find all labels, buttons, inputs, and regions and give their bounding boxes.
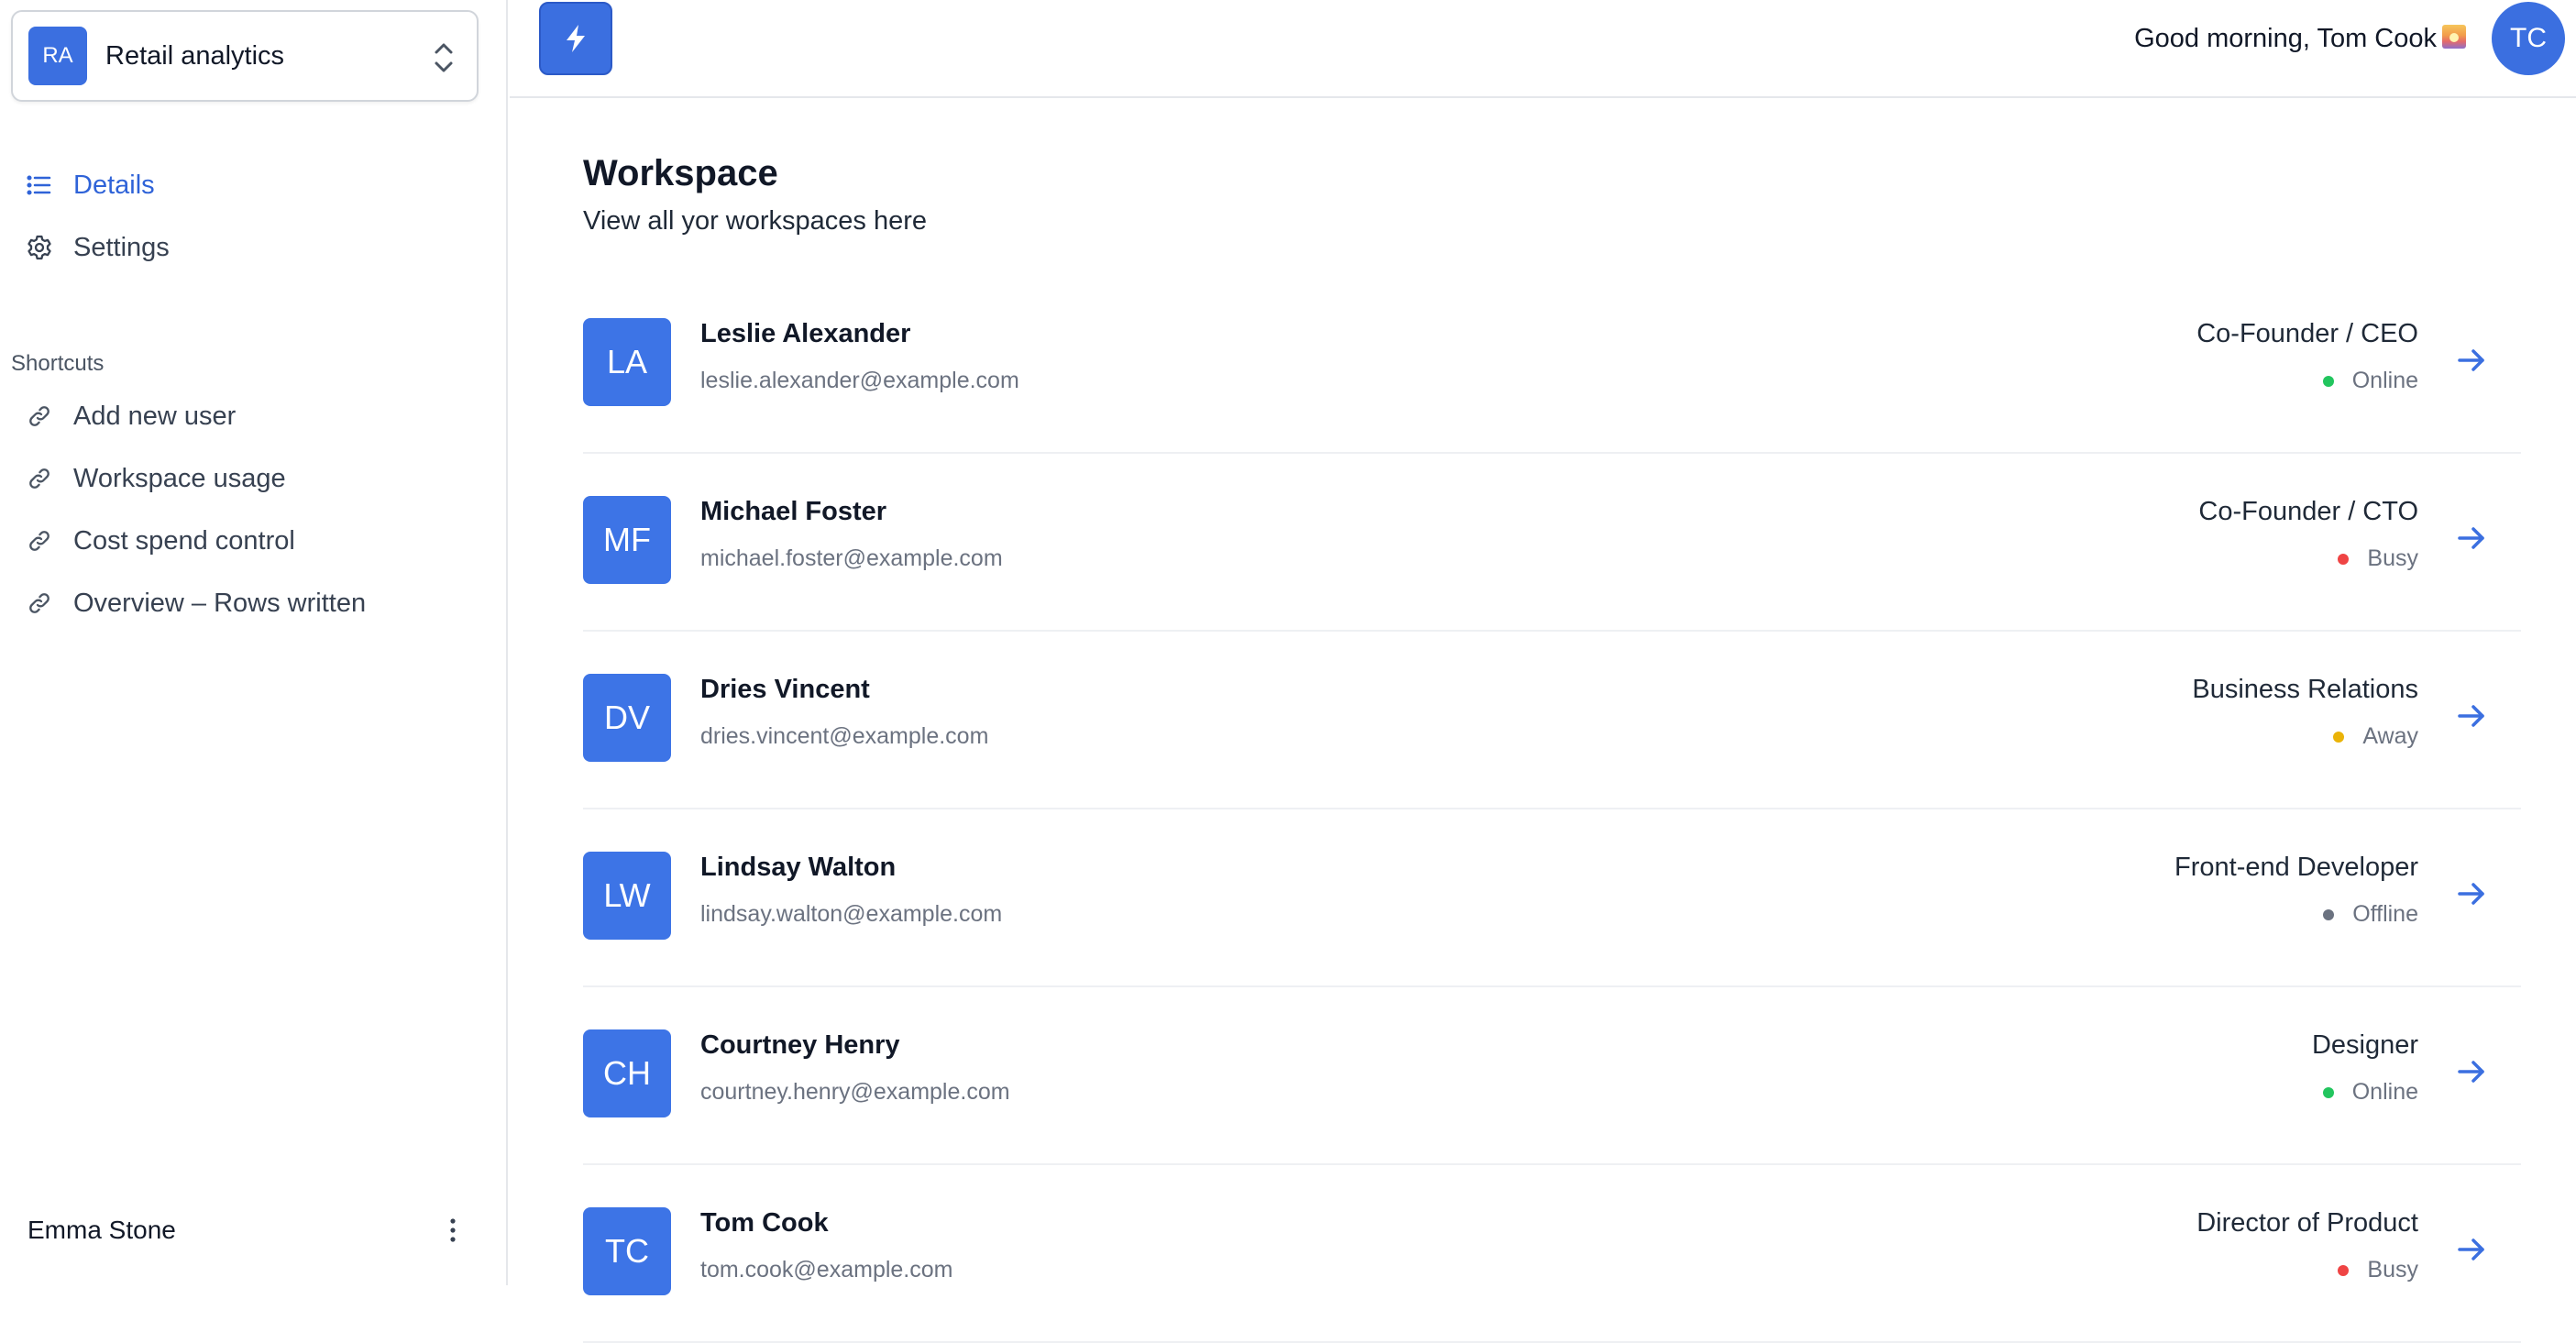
team-switcher[interactable]: RA Retail analytics [11,10,479,102]
arrow-right-icon[interactable] [2455,699,2488,732]
arrow-right-icon[interactable] [2455,344,2488,377]
status-dot [2323,908,2335,920]
person-role: Co-Founder / CTO [2198,497,2418,526]
person-email: lindsay.walton@example.com [700,901,1003,927]
avatar: LW [583,852,671,940]
gear-icon [28,235,51,260]
person-name: Michael Foster [700,497,887,526]
link-icon [29,468,50,489]
shortcut-add-new-user[interactable]: Add new user [0,385,508,447]
list-item[interactable]: DV Dries Vincent dries.vincent@example.c… [583,632,2521,809]
person-name: Tom Cook [700,1208,829,1238]
person-name: Courtney Henry [700,1030,900,1060]
page-subtitle: View all yor workspaces here [583,206,928,236]
person-email: leslie.alexander@example.com [700,368,1019,393]
sidebar-item-label: Settings [73,232,170,262]
person-email: dries.vincent@example.com [700,723,989,749]
avatar: DV [583,674,671,762]
page-title: Workspace [583,153,778,193]
list-item[interactable]: MF Michael Foster michael.foster@example… [583,454,2521,632]
sunrise-emoji [2442,25,2466,49]
status-label: Offline [2352,901,2418,927]
sidebar-item-settings[interactable]: Settings [0,216,508,279]
status-dot [2322,1086,2334,1098]
sidebar-user: Emma Stone [0,1175,506,1285]
header-avatar[interactable]: TC [2492,2,2565,75]
chevron-up-down-icon [435,43,453,72]
link-icon [29,531,50,551]
status-indicator: Online [2322,1079,2418,1106]
person-name: Leslie Alexander [700,319,911,348]
sidebar-item-details[interactable]: Details [0,154,508,216]
sidebar: RA Retail analytics Details Settings Sho… [0,0,508,1285]
link-icon [29,593,50,613]
shortcut-label: Overview – Rows written [73,588,367,618]
arrow-right-icon[interactable] [2455,1055,2488,1088]
shortcuts-list: Add new user Workspace usage Cost spend … [0,385,508,634]
sidebar-item-label: Details [73,170,155,200]
shortcut-label: Add new user [73,401,237,431]
shortcut-cost-spend-control[interactable]: Cost spend control [0,510,508,572]
person-role: Co-Founder / CEO [2196,319,2418,348]
list-item[interactable]: CH Courtney Henry courtney.henry@example… [583,987,2521,1165]
team-name: Retail analytics [105,40,285,71]
status-dot [2333,731,2345,743]
person-name: Lindsay Walton [700,853,897,882]
avatar: CH [583,1029,671,1117]
status-label: Away [2362,723,2418,749]
logo-button[interactable] [539,2,612,75]
list-icon [27,175,51,195]
person-role: Business Relations [2192,675,2418,704]
list-item[interactable]: LA Leslie Alexander leslie.alexander@exa… [583,276,2521,454]
avatar: TC [583,1207,671,1295]
more-vertical-icon[interactable] [446,1212,460,1249]
status-dot [2338,1264,2350,1276]
people-list: LA Leslie Alexander leslie.alexander@exa… [583,276,2521,1343]
person-email: michael.foster@example.com [700,545,1003,571]
status-dot [2322,375,2334,387]
shortcut-label: Workspace usage [73,463,286,493]
shortcuts-heading: Shortcuts [11,351,105,376]
greeting-text: Good morning, Tom Cook [2134,24,2437,53]
person-email: courtney.henry@example.com [700,1079,1010,1105]
greeting: Good morning, Tom Cook [2134,24,2466,54]
shortcut-overview-rows-written[interactable]: Overview – Rows written [0,572,508,634]
person-name: Dries Vincent [700,675,870,704]
arrow-right-icon[interactable] [2455,1233,2488,1266]
person-role: Front-end Developer [2174,853,2418,882]
status-indicator: Offline [2323,901,2418,928]
person-role: Director of Product [2196,1208,2418,1238]
status-label: Online [2351,368,2418,393]
bolt-icon [567,25,585,52]
list-item[interactable]: TC Tom Cook tom.cook@example.com Directo… [583,1165,2521,1343]
top-header: Good morning, Tom Cook TC [510,0,2576,98]
user-name: Emma Stone [28,1216,176,1244]
arrow-right-icon[interactable] [2455,877,2488,910]
person-role: Designer [2311,1030,2418,1060]
list-item[interactable]: LW Lindsay Walton lindsay.walton@example… [583,809,2521,987]
status-indicator: Online [2322,368,2418,394]
status-label: Busy [2367,545,2418,571]
shortcut-workspace-usage[interactable]: Workspace usage [0,447,508,510]
status-indicator: Busy [2338,1257,2418,1283]
avatar: LA [583,318,671,406]
status-indicator: Away [2333,723,2418,750]
status-dot [2338,553,2350,565]
person-email: tom.cook@example.com [700,1257,953,1282]
status-label: Busy [2367,1257,2418,1282]
arrow-right-icon[interactable] [2455,522,2488,555]
status-indicator: Busy [2338,545,2418,572]
shortcut-label: Cost spend control [73,525,295,556]
link-icon [29,406,50,426]
team-badge: RA [28,27,87,85]
sidebar-nav: Details Settings [0,154,508,279]
avatar: MF [583,496,671,584]
status-label: Online [2351,1079,2418,1105]
